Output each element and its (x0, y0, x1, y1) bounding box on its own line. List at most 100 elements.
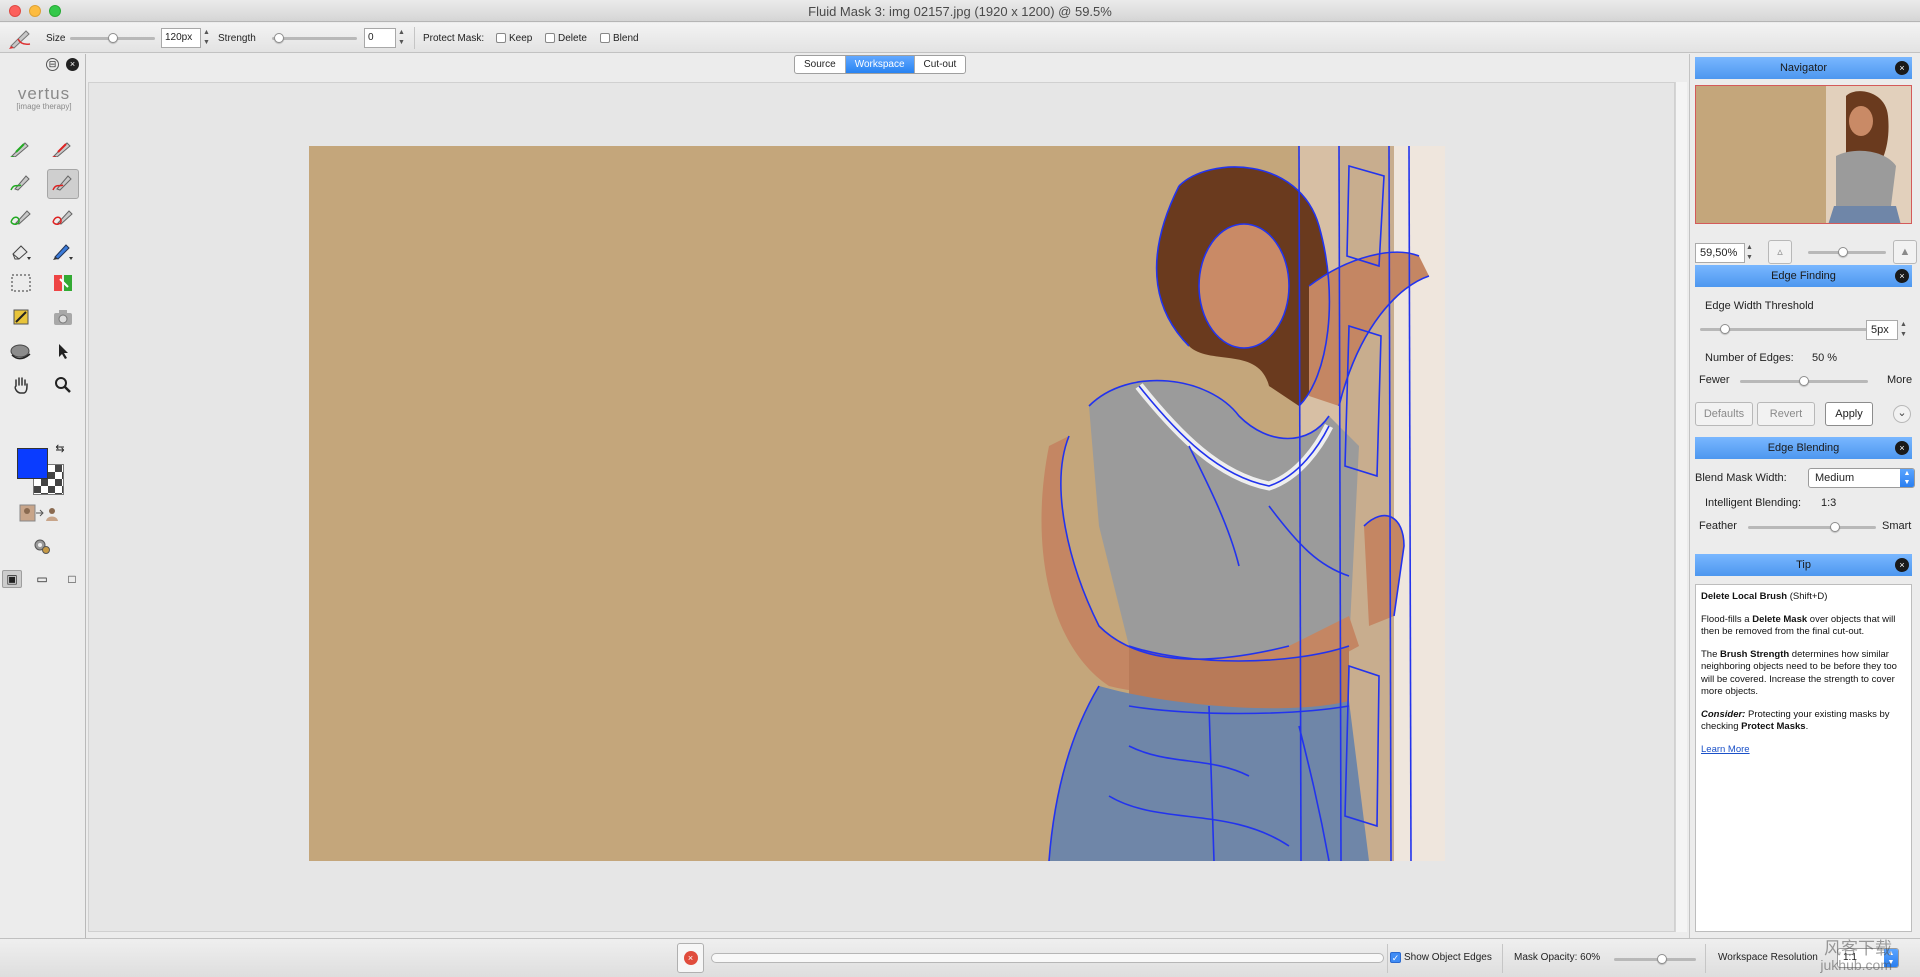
zoom-slider-knob[interactable] (1838, 247, 1848, 257)
checkmark-icon[interactable]: ✓ (1390, 952, 1401, 963)
options-tool[interactable] (26, 533, 58, 563)
green-local-brush-icon (10, 173, 32, 196)
mask-to-cutout-tool[interactable] (18, 500, 62, 530)
edge-width-slider-knob[interactable] (1720, 324, 1730, 334)
revert-button[interactable]: Revert (1757, 402, 1815, 426)
zoom-tool[interactable] (47, 372, 79, 402)
cancel-process-button[interactable]: × (677, 943, 704, 973)
strength-input[interactable]: 0 (364, 28, 396, 48)
zoom-input[interactable]: 59,50% (1695, 243, 1745, 263)
strength-label: Strength (218, 32, 256, 44)
canvas-vertical-scrollbar[interactable] (1675, 82, 1687, 932)
fill-tool[interactable] (47, 270, 79, 300)
edge-width-input[interactable]: 5px (1866, 320, 1898, 340)
size-slider[interactable] (70, 33, 155, 43)
blend-mask-width-select[interactable]: Medium ▲ ▼ (1808, 468, 1915, 488)
show-object-edges-checkbox[interactable]: ✓ Show Object Edges (1390, 952, 1492, 963)
delete-checkbox-box[interactable] (545, 33, 555, 43)
strength-slider[interactable] (272, 33, 357, 43)
hand-icon (11, 375, 31, 400)
toolbar-divider (414, 27, 415, 49)
close-tip-icon[interactable]: × (1895, 558, 1909, 572)
edge-width-stepper[interactable]: ▲ ▼ (1899, 320, 1908, 340)
close-navigator-icon[interactable]: × (1895, 61, 1909, 75)
zoom-in-button[interactable]: ▲ (1893, 240, 1917, 264)
mask-opacity-slider[interactable] (1614, 954, 1696, 964)
view-single-button[interactable]: □ (62, 570, 82, 588)
keep-checkbox-box[interactable] (496, 33, 506, 43)
detach-panel-icon[interactable]: ⊟ (46, 58, 59, 71)
intelligent-blending-slider-knob[interactable] (1830, 522, 1840, 532)
size-stepper[interactable]: ▲ ▼ (202, 28, 211, 48)
hand-tool[interactable] (5, 372, 37, 402)
select-arrows-icon: ▲ ▼ (1900, 469, 1914, 487)
rectangle-select-tool[interactable] (5, 270, 37, 300)
current-brush-icon (8, 23, 34, 53)
progress-bar (711, 953, 1384, 963)
delete-brush-tool[interactable] (47, 135, 79, 165)
number-of-edges-value: 50 % (1812, 352, 1838, 364)
tab-source[interactable]: Source (795, 56, 846, 73)
more-label: More (1887, 374, 1913, 386)
feather-label: Feather (1699, 520, 1737, 532)
zoom-out-button[interactable]: ▵ (1768, 240, 1792, 264)
number-of-edges-slider-knob[interactable] (1799, 376, 1809, 386)
snapshot-tool[interactable] (47, 304, 79, 334)
workspace-image[interactable] (309, 146, 1445, 861)
delete-patch-brush-tool[interactable] (47, 204, 79, 234)
close-edge-blending-icon[interactable]: × (1895, 441, 1909, 455)
red-patch-brush-icon (52, 208, 74, 231)
status-divider (1705, 944, 1706, 973)
navigator-header: Navigator × (1695, 57, 1912, 79)
tip-heading: Delete Local Brush (1701, 591, 1788, 602)
eraser-icon (10, 242, 32, 265)
mask-opacity-slider-knob[interactable] (1657, 954, 1667, 964)
view-split-button[interactable]: ▣ (2, 570, 22, 588)
size-input[interactable]: 120px (161, 28, 201, 48)
eraser-tool[interactable] (5, 238, 37, 268)
close-panel-icon[interactable]: × (66, 58, 79, 71)
tab-cut-out[interactable]: Cut-out (915, 56, 966, 73)
protect-mask-label: Protect Mask: (423, 32, 485, 44)
delete-local-brush-tool[interactable] (47, 169, 79, 199)
defaults-button[interactable]: Defaults (1695, 402, 1753, 426)
strength-stepper[interactable]: ▲ ▼ (397, 28, 406, 48)
close-edge-finding-icon[interactable]: × (1895, 269, 1909, 283)
tip-bold: Protect Masks (1741, 721, 1806, 732)
tab-workspace[interactable]: Workspace (845, 56, 915, 73)
apply-button[interactable]: Apply (1825, 402, 1873, 426)
magnifier-icon (54, 376, 72, 399)
magic-wand-tool[interactable] (5, 304, 37, 334)
blend-checkbox-box[interactable] (600, 33, 610, 43)
swap-colors-icon[interactable]: ⇆ (52, 440, 68, 456)
number-of-edges-slider[interactable] (1740, 376, 1868, 386)
zoom-slider[interactable] (1808, 247, 1886, 257)
window-title: Fluid Mask 3: img 02157.jpg (1920 x 1200… (808, 4, 1112, 19)
zoom-stepper[interactable]: ▲ ▼ (1745, 243, 1754, 263)
view-top-button[interactable]: ▭ (32, 570, 52, 588)
keep-checkbox[interactable]: Keep (496, 23, 532, 53)
keep-brush-tool[interactable] (5, 135, 37, 165)
gears-icon (32, 537, 52, 560)
expand-options-button[interactable]: ⌄ (1893, 405, 1911, 423)
tip-text: . (1805, 721, 1809, 732)
learn-more-link[interactable]: Learn More (1701, 744, 1750, 755)
color-fill-icon (52, 273, 74, 298)
keep-local-brush-tool[interactable] (5, 169, 37, 199)
pencil-tool[interactable] (47, 238, 79, 268)
strength-slider-knob[interactable] (274, 33, 284, 43)
pointer-tool[interactable] (47, 338, 79, 368)
foreground-color-swatch[interactable] (17, 448, 48, 479)
keep-patch-brush-tool[interactable] (5, 204, 37, 234)
logo-name: vertus (17, 84, 71, 103)
intelligent-blending-slider[interactable] (1748, 522, 1876, 532)
delete-checkbox[interactable]: Delete (545, 23, 587, 53)
edge-finding-title: Edge Finding (1771, 270, 1836, 282)
mask-object-tool[interactable] (5, 338, 37, 368)
navigator-thumbnail[interactable] (1695, 85, 1912, 224)
edge-width-slider[interactable] (1700, 324, 1867, 334)
blend-checkbox[interactable]: Blend (600, 23, 639, 53)
size-slider-knob[interactable] (108, 33, 118, 43)
cancel-icon: × (683, 951, 698, 965)
tip-header: Tip × (1695, 554, 1912, 576)
